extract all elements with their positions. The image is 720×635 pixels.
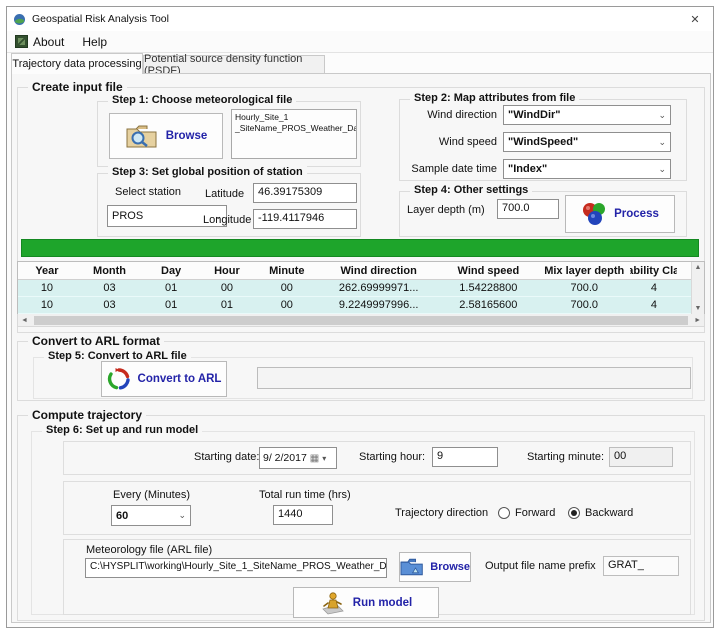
scrollbar-thumb[interactable]	[34, 316, 688, 325]
column-header[interactable]: Wind speed	[439, 262, 539, 279]
table-header-row: Year Month Day Hour Minute Wind directio…	[18, 262, 691, 280]
folder-open-icon	[400, 557, 423, 577]
step1-title: Step 1: Choose meteorological file	[108, 94, 296, 106]
wind-direction-select[interactable]: "WindDir" ⌄	[503, 105, 671, 125]
column-header[interactable]: Wind direction	[319, 262, 439, 279]
forward-label: Forward	[515, 507, 555, 519]
starting-date-label: Starting date:	[194, 451, 259, 463]
menu-bar: About Help	[7, 31, 713, 53]
column-header[interactable]: Mix layer depth	[538, 262, 630, 279]
select-station-label: Select station	[115, 186, 181, 198]
process-button[interactable]: Process	[565, 195, 675, 233]
met-file-name-box[interactable]: Hourly_Site_1 _SiteName_PROS_Weather_Dat…	[231, 109, 357, 159]
sample-date-time-select[interactable]: "Index" ⌄	[503, 159, 671, 179]
convert-progress-bar	[257, 367, 691, 389]
run-model-button[interactable]: Run model	[293, 587, 439, 618]
folder-search-icon	[125, 122, 159, 150]
convert-to-arl-button[interactable]: Convert to ARL	[101, 361, 227, 397]
convert-arl-title: Convert to ARL format	[28, 334, 164, 348]
group-title: Create input file	[28, 80, 127, 94]
about-icon	[15, 35, 28, 48]
met-arl-file-label: Meteorology file (ARL file)	[86, 544, 212, 556]
menu-help[interactable]: Help	[82, 35, 107, 49]
browse-met-file-button[interactable]: Browse	[109, 113, 223, 159]
chevron-down-icon: ⌄	[658, 164, 666, 175]
sample-date-time-label: Sample date time	[397, 163, 497, 175]
step2-title: Step 2: Map attributes from file	[410, 92, 579, 104]
forward-radio[interactable]	[498, 507, 510, 519]
close-icon[interactable]: ✕	[685, 10, 705, 28]
every-minutes-label: Every (Minutes)	[113, 489, 190, 501]
app-window: Geospatial Risk Analysis Tool ✕ About He…	[6, 6, 714, 628]
step4-title: Step 4: Other settings	[410, 184, 532, 196]
scroll-right-icon[interactable]: ►	[691, 317, 704, 324]
every-minutes-select[interactable]: 60 ⌄	[111, 505, 191, 526]
total-run-time-field[interactable]: 1440	[273, 505, 333, 525]
table-horizontal-scrollbar[interactable]: ◄ ►	[17, 314, 705, 327]
backward-radio[interactable]	[568, 507, 580, 519]
layer-depth-label: Layer depth (m)	[407, 204, 485, 216]
starting-hour-label: Starting hour:	[359, 451, 425, 463]
output-prefix-label: Output file name prefix	[485, 560, 596, 572]
met-arl-file-field[interactable]: C:\HYSPLIT\working\Hourly_Site_1_SiteNam…	[85, 558, 387, 578]
total-run-time-label: Total run time (hrs)	[259, 489, 351, 501]
column-header[interactable]: Hour	[199, 262, 255, 279]
weather-data-table: Year Month Day Hour Minute Wind directio…	[17, 261, 705, 315]
table-row[interactable]: 10 03 01 00 00 262.69999971... 1.5422880…	[18, 280, 691, 297]
starting-minute-field[interactable]: 00	[609, 447, 673, 467]
dropdown-arrow-icon: ▾	[322, 454, 326, 463]
scroll-down-icon[interactable]: ▼	[695, 305, 702, 312]
wind-speed-select[interactable]: "WindSpeed" ⌄	[503, 132, 671, 152]
starting-hour-field[interactable]: 9	[432, 447, 498, 467]
column-header[interactable]: Day	[143, 262, 199, 279]
starting-date-picker[interactable]: 9/ 2/2017 ▦ ▾	[259, 447, 337, 469]
compute-trajectory-title: Compute trajectory	[28, 408, 146, 422]
backward-label: Backward	[585, 507, 633, 519]
process-spheres-icon	[581, 201, 607, 227]
processing-progress-bar	[21, 239, 699, 257]
latitude-label: Latitude	[205, 188, 244, 200]
step6-title: Step 6: Set up and run model	[42, 424, 202, 436]
table-vertical-scrollbar[interactable]: ▲ ▼	[691, 262, 704, 314]
step3-title: Step 3: Set global position of station	[108, 166, 307, 178]
chevron-down-icon: ⌄	[658, 137, 666, 148]
trajectory-direction-label: Trajectory direction	[395, 507, 488, 519]
runner-icon	[320, 591, 346, 615]
file-name-line1: Hourly_Site_1	[235, 112, 353, 123]
longitude-field[interactable]: -119.4117946	[253, 209, 357, 229]
file-name-line2: _SiteName_PROS_Weather_Data.csv	[235, 123, 353, 134]
column-header[interactable]: Minute	[255, 262, 319, 279]
scroll-left-icon[interactable]: ◄	[18, 317, 31, 324]
recycle-circle-icon	[107, 367, 131, 391]
tab-trajectory-data-processing[interactable]: Trajectory data processing	[11, 53, 143, 74]
table-row[interactable]: 10 03 01 01 00 9.2249997996... 2.5816560…	[18, 297, 691, 314]
chevron-down-icon: ⌄	[178, 510, 186, 521]
window-title: Geospatial Risk Analysis Tool	[32, 13, 169, 25]
column-header[interactable]: Stability Class	[630, 262, 677, 279]
longitude-label: Longitude	[203, 214, 251, 226]
column-header[interactable]: Month	[76, 262, 143, 279]
wind-direction-label: Wind direction	[405, 109, 497, 121]
latitude-field[interactable]: 46.39175309	[253, 183, 357, 203]
column-header[interactable]: Year	[18, 262, 76, 279]
title-bar: Geospatial Risk Analysis Tool ✕	[7, 7, 713, 31]
starting-minute-label: Starting minute:	[527, 451, 604, 463]
chevron-down-icon: ⌄	[658, 110, 666, 121]
wind-speed-label: Wind speed	[405, 136, 497, 148]
calendar-icon: ▦	[310, 453, 319, 464]
layer-depth-field[interactable]: 700.0	[497, 199, 559, 219]
menu-about[interactable]: About	[15, 35, 64, 49]
output-prefix-field[interactable]: GRAT_	[603, 556, 679, 576]
tab-psdf[interactable]: Potential source density function (PSDF)	[143, 55, 325, 74]
browse-arl-file-button[interactable]: Browse	[399, 552, 471, 582]
scroll-up-icon[interactable]: ▲	[695, 264, 702, 271]
app-icon	[13, 13, 26, 26]
